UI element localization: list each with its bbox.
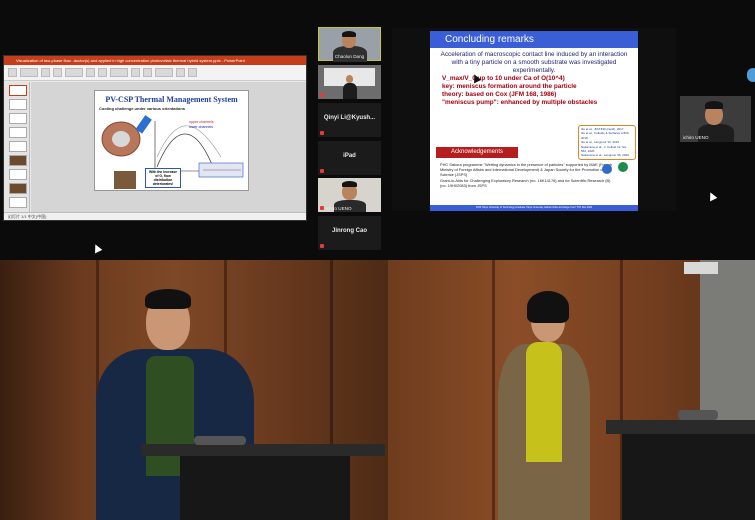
podium [622, 434, 755, 520]
participant-name: ichiro UENO [326, 206, 352, 211]
slide-annotation-box: With the increase of G, flow distributio… [145, 168, 181, 188]
svg-text:lower channels: lower channels [189, 125, 213, 129]
ribbon-button[interactable] [41, 68, 50, 77]
slide-intro: Acceleration of macroscopic contact line… [440, 51, 628, 74]
participant-tile-ichiro-ueno[interactable]: ichiro UENO [680, 96, 751, 142]
ribbon-button[interactable] [110, 68, 128, 77]
references-box: Iku et al., JFM 830 (rapid), 2017 Iku et… [578, 125, 636, 160]
mouse-cursor-icon [91, 242, 103, 254]
concluding-remarks-slide: Concluding remarks Acceleration of macro… [430, 31, 638, 211]
window-title: Visualization of two-phase flow...ductor… [4, 56, 306, 65]
slide-title: Concluding remarks [430, 31, 638, 48]
slide-footer: 2020 Tokyo University of Technology Grad… [430, 205, 638, 211]
speaker-hair [145, 289, 191, 309]
current-slide[interactable]: PV-CSP Thermal Management System Cooling… [94, 90, 249, 191]
shared-slide-window: Concluding remarks Acceleration of macro… [392, 28, 676, 211]
muted-mic-icon [320, 131, 324, 135]
participant-tile-qinyi-li[interactable]: Qinyi Li@Kyush... [318, 103, 381, 137]
slide-thumbnail[interactable] [9, 85, 27, 96]
participant-name: Jinrong Cao [331, 228, 367, 234]
ribbon-button[interactable] [188, 68, 197, 77]
speaker-scarf [526, 342, 562, 462]
slide-photo [114, 171, 136, 189]
slide-thumbnail[interactable] [9, 113, 27, 124]
participant-name: ichiro UENO [683, 135, 709, 140]
slide-thumbnail-pane[interactable] [4, 82, 30, 212]
side-panel-handle-icon[interactable] [747, 68, 755, 82]
slide-thumbnail[interactable] [9, 127, 27, 138]
participant-name: Qinyi Li@Kyush... [323, 115, 376, 121]
participant-name: iPad [343, 153, 356, 159]
ribbon-toolbar [4, 65, 306, 81]
participant-tile-ipad[interactable]: iPad [318, 141, 381, 175]
wall-sign [684, 262, 718, 274]
participant-name: Chaolun Dang [334, 54, 365, 59]
muted-mic-icon [320, 244, 324, 248]
slide-editing-canvas[interactable]: PV-CSP Thermal Management System Cooling… [31, 82, 306, 212]
sponsor-logos [602, 159, 634, 179]
ribbon-button[interactable] [20, 68, 38, 77]
participant-tile-ichiro-ueno[interactable]: ichiro UENO [318, 178, 381, 212]
camera-feed-female-speaker [388, 260, 755, 520]
slide-thumbnail[interactable] [9, 183, 27, 194]
participant-video [318, 65, 381, 99]
slide-thumbnail[interactable] [9, 99, 27, 110]
ribbon-button[interactable] [155, 68, 173, 77]
shared-screen-powerpoint: Visualization of two-phase flow...ductor… [0, 0, 388, 260]
slide-bullet: "meniscus pump": enhanced by multiple ob… [442, 99, 598, 106]
powerpoint-window: Visualization of two-phase flow...ductor… [3, 55, 307, 221]
reference-line: Nakamura et al., Langmuir 36, 2020 [581, 153, 629, 158]
camera-feed-male-speaker [0, 260, 388, 520]
participant-tile[interactable] [318, 65, 381, 99]
reference-line: Nakamura et al., J. Colloid Int. Sci. 56… [581, 144, 628, 154]
wall-panel-seam [492, 260, 495, 520]
sponsor-logo-icon [602, 164, 612, 174]
ribbon-button[interactable] [53, 68, 62, 77]
ribbon-button[interactable] [98, 68, 107, 77]
ribbon-button[interactable] [65, 68, 83, 77]
participant-tile-jinrong-cao[interactable]: Jinrong Cao [318, 216, 381, 250]
acknowledgements-text: PHC Sakura programme "Wetting dynamics i… [440, 162, 616, 188]
acknowledgement-line: PHC Sakura programme "Wetting dynamics i… [440, 162, 613, 178]
slide-thumbnail[interactable] [9, 141, 27, 152]
ribbon-button[interactable] [131, 68, 140, 77]
sponsor-logo-icon [618, 162, 628, 172]
slide-bullet: key: meniscus formation around the parti… [442, 83, 577, 90]
ribbon-button[interactable] [143, 68, 152, 77]
svg-text:upper channels: upper channels [189, 120, 214, 124]
slide-thumbnail[interactable] [9, 169, 27, 180]
muted-mic-icon [320, 93, 324, 97]
shared-screen-slide: Concluding remarks Acceleration of macro… [388, 0, 755, 260]
slide-thumbnail[interactable] [9, 155, 27, 166]
slide-bullet: V_max/V_0 up to 10 under Ca of O(10^4) [442, 75, 565, 82]
reference-line: Iku et al., Colloids & Surfaces A 800, 2… [581, 131, 630, 140]
desk-phone [194, 436, 246, 445]
slide-subtitle: Cooling challenge under various orientat… [99, 106, 186, 111]
muted-mic-icon [320, 169, 324, 173]
muted-mic-icon [320, 206, 324, 210]
podium-top [606, 420, 755, 434]
mouse-cursor-icon [706, 190, 718, 202]
ribbon-button[interactable] [8, 68, 17, 77]
podium [180, 456, 350, 520]
participant-tile-chaolun-dang[interactable]: Chaolun Dang [318, 27, 381, 62]
status-bar: 幻灯片 1/1 中文(中国) [4, 212, 306, 220]
podium-top [141, 444, 385, 456]
ribbon-button[interactable] [176, 68, 185, 77]
speaker-hair [527, 291, 569, 323]
slide-title: PV-CSP Thermal Management System [105, 95, 238, 104]
slide-thumbnail[interactable] [9, 197, 27, 208]
acknowledgements-label: Acknowledgements [436, 147, 518, 158]
ribbon-button[interactable] [86, 68, 95, 77]
slide-bullet: theory: based on Cox (JFM 168, 1986) [442, 91, 557, 98]
desk-phone [678, 410, 718, 420]
acknowledgement-line: Grant-in-Aids for Challenging Explorator… [440, 177, 611, 188]
